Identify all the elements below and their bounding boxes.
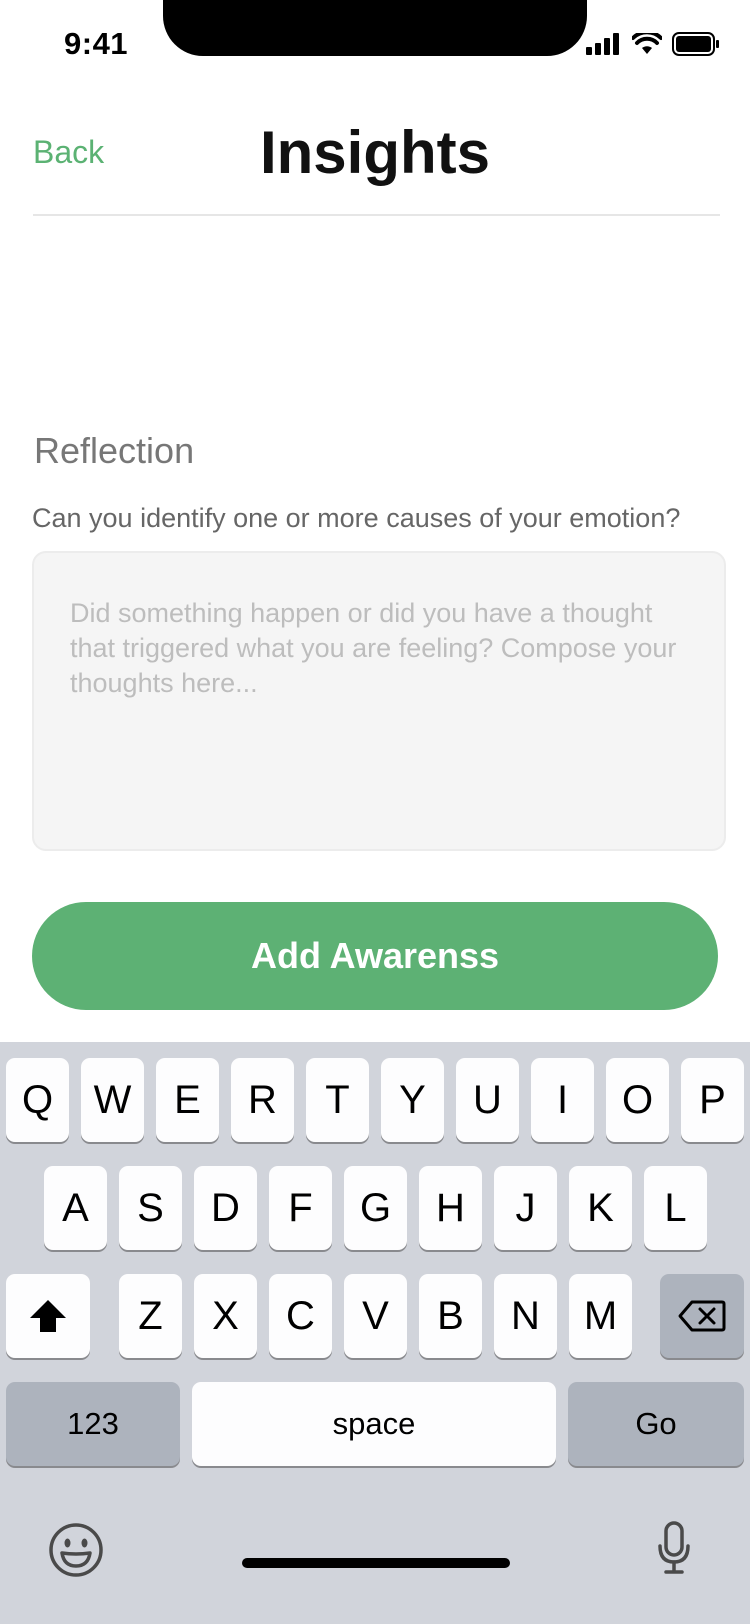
key-v[interactable]: V	[344, 1274, 407, 1358]
battery-icon	[672, 32, 719, 56]
backspace-icon	[678, 1300, 726, 1332]
key-i[interactable]: I	[531, 1058, 594, 1142]
section-title: Reflection	[34, 430, 195, 471]
signal-icon	[586, 33, 619, 55]
device-notch	[163, 0, 587, 56]
key-o[interactable]: O	[606, 1058, 669, 1142]
key-b[interactable]: B	[419, 1274, 482, 1358]
key-s[interactable]: S	[119, 1166, 182, 1250]
shift-key[interactable]	[6, 1274, 90, 1358]
key-g[interactable]: G	[344, 1166, 407, 1250]
key-d[interactable]: D	[194, 1166, 257, 1250]
nav-header: Back Insights	[0, 90, 750, 216]
shift-icon	[30, 1300, 66, 1332]
key-q[interactable]: Q	[6, 1058, 69, 1142]
key-w[interactable]: W	[81, 1058, 144, 1142]
key-u[interactable]: U	[456, 1058, 519, 1142]
key-c[interactable]: C	[269, 1274, 332, 1358]
status-bar: 9:41	[0, 0, 750, 90]
wifi-icon	[632, 33, 662, 54]
key-z[interactable]: Z	[119, 1274, 182, 1358]
go-key[interactable]: Go	[568, 1382, 744, 1466]
emoji-icon[interactable]	[48, 1522, 104, 1578]
page-title: Insights	[259, 119, 490, 186]
key-y[interactable]: Y	[381, 1058, 444, 1142]
key-x[interactable]: X	[194, 1274, 257, 1358]
backspace-key[interactable]	[660, 1274, 744, 1358]
onscreen-keyboard: Q W E R T Y U I O P A S D F G H J K L Z …	[0, 1042, 750, 1624]
microphone-icon[interactable]	[656, 1520, 692, 1576]
reflection-textarea[interactable]: Did something happen or did you have a t…	[32, 551, 726, 851]
key-n[interactable]: N	[494, 1274, 557, 1358]
key-r[interactable]: R	[231, 1058, 294, 1142]
key-l[interactable]: L	[644, 1166, 707, 1250]
reflection-question: Can you identify one or more causes of y…	[32, 503, 681, 533]
key-j[interactable]: J	[494, 1166, 557, 1250]
textarea-placeholder: Did something happen or did you have a t…	[70, 598, 677, 698]
key-m[interactable]: M	[569, 1274, 632, 1358]
status-time: 9:41	[64, 26, 129, 61]
space-key[interactable]: space	[192, 1382, 556, 1466]
home-indicator	[242, 1558, 510, 1568]
key-t[interactable]: T	[306, 1058, 369, 1142]
key-e[interactable]: E	[156, 1058, 219, 1142]
key-k[interactable]: K	[569, 1166, 632, 1250]
key-p[interactable]: P	[681, 1058, 744, 1142]
header-divider	[33, 214, 720, 216]
key-f[interactable]: F	[269, 1166, 332, 1250]
add-awareness-button[interactable]: Add Awarenss	[32, 902, 718, 1010]
key-a[interactable]: A	[44, 1166, 107, 1250]
status-icons	[586, 32, 720, 56]
numbers-key[interactable]: 123	[6, 1382, 180, 1466]
key-h[interactable]: H	[419, 1166, 482, 1250]
